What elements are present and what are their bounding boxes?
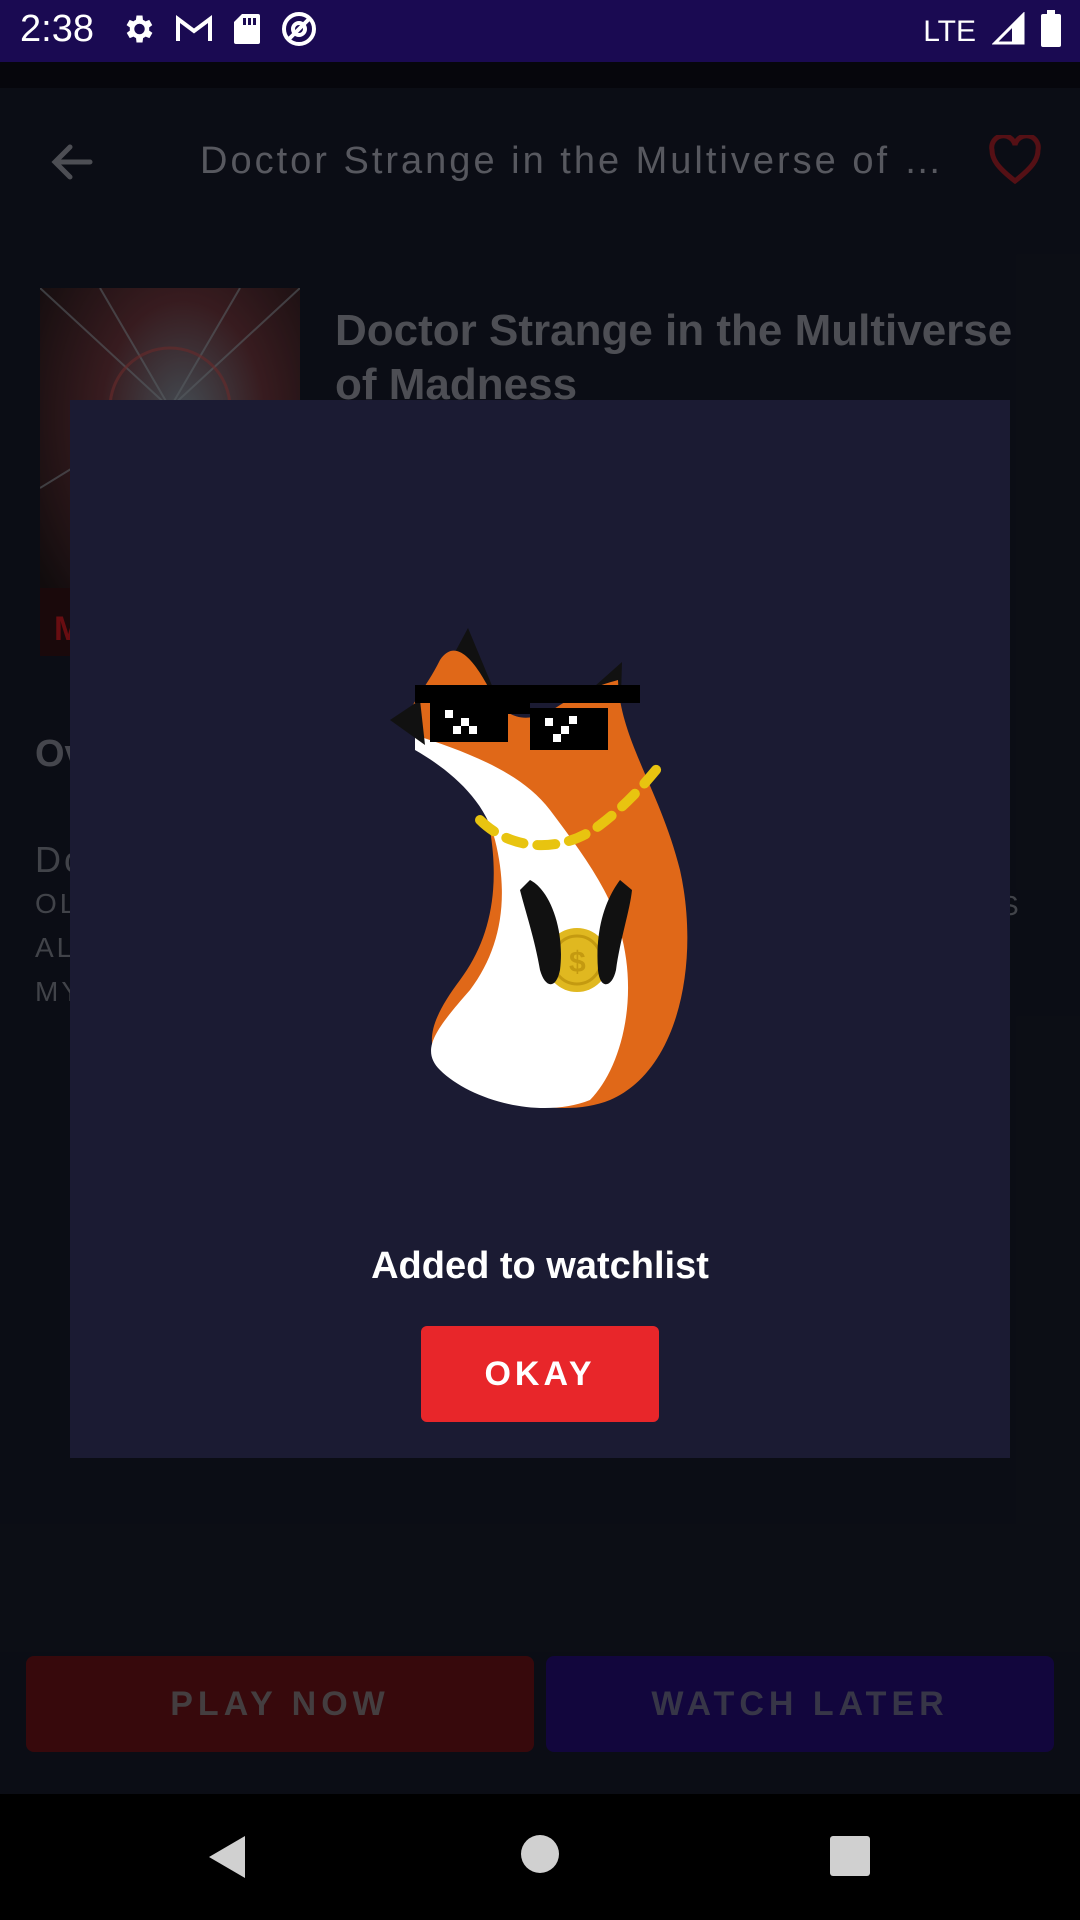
battery-icon xyxy=(1040,10,1062,53)
svg-text:$: $ xyxy=(569,946,586,979)
network-type: LTE xyxy=(923,14,976,48)
no-sign-icon xyxy=(280,10,318,53)
movie-detail-screen: Doctor Strange in the Multiverse of Madn… xyxy=(0,88,1080,1794)
fox-mascot-icon: $ xyxy=(320,510,780,1110)
nav-back-icon[interactable] xyxy=(205,1834,249,1885)
navigation-bar xyxy=(0,1794,1080,1920)
watchlist-dialog: $ Added to watchlist OKAY xyxy=(70,400,1010,1458)
status-bar: 2:38 LTE xyxy=(0,0,1080,62)
status-icons-left xyxy=(120,10,318,53)
signal-icon xyxy=(991,11,1026,51)
status-icons-right: LTE xyxy=(923,10,1062,53)
status-time: 2:38 xyxy=(20,8,94,50)
top-strip xyxy=(0,62,1080,88)
gmail-icon xyxy=(174,13,214,50)
settings-icon xyxy=(120,11,156,52)
dialog-message: Added to watchlist xyxy=(371,1245,709,1287)
nav-recents-icon[interactable] xyxy=(830,1836,870,1881)
nav-home-icon[interactable] xyxy=(520,1834,560,1879)
sd-card-icon xyxy=(232,12,262,51)
okay-button[interactable]: OKAY xyxy=(421,1326,659,1422)
